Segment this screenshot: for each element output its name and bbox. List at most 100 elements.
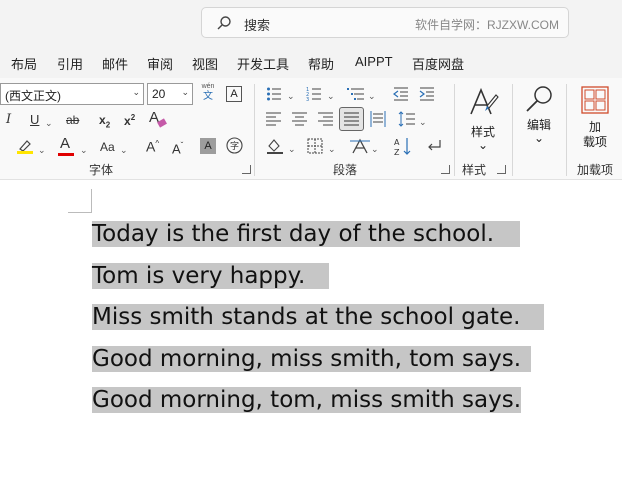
chevron-down-icon[interactable]: ⌄ [327, 88, 335, 104]
document-line-5[interactable]: Good morning, tom, miss smith says. [92, 379, 522, 421]
tab-layout[interactable]: 布局 [11, 54, 37, 73]
group-divider [566, 84, 567, 176]
addins-button[interactable]: 加 载项 [574, 84, 616, 156]
svg-text:Z: Z [394, 148, 400, 156]
addins-icon [581, 86, 609, 114]
show-paragraph-marks-icon[interactable] [425, 138, 442, 154]
multilevel-list-icon[interactable] [347, 86, 365, 102]
justify-icon [344, 112, 359, 126]
enclose-characters-icon[interactable]: 字 [226, 137, 243, 154]
font-name-value: (西文正文) [5, 89, 61, 103]
phonetic-guide-button[interactable]: wén 文 [200, 83, 216, 105]
numbering-icon[interactable]: 1 2 3 [306, 86, 322, 102]
selected-text: Today is the first day of the school. [92, 221, 521, 247]
title-bar: 搜索 软件自学网：RJZXW.COM [0, 0, 622, 46]
line-spacing-icon[interactable] [398, 111, 415, 127]
ribbon: (西文正文) ⌄ 20 ⌄ wén 文 A I U ⌄ ab x2 x2 A ⌄… [0, 78, 622, 180]
svg-text:3: 3 [306, 97, 309, 102]
tab-references[interactable]: 引用 [57, 54, 83, 73]
selected-text: Tom is very happy. [92, 263, 330, 289]
chevron-down-icon: ⌄ [533, 131, 545, 145]
styles-dialog-launcher-icon[interactable] [497, 165, 506, 174]
group-divider [512, 84, 513, 176]
tab-view[interactable]: 视图 [192, 54, 218, 73]
document-page[interactable]: Today is the first day of the school. To… [0, 181, 622, 481]
group-divider [454, 84, 455, 176]
align-right-icon[interactable] [318, 112, 333, 126]
tab-help[interactable]: 帮助 [308, 54, 334, 73]
styles-gallery-button[interactable]: 样式 ⌄ [462, 84, 504, 152]
group-divider [254, 84, 255, 176]
chevron-down-icon[interactable]: ⌄ [368, 88, 376, 104]
addins-button-label-1: 加 [588, 120, 601, 134]
margin-marker [68, 212, 92, 213]
font-color-icon[interactable]: A [60, 136, 70, 152]
font-dialog-launcher-icon[interactable] [242, 165, 251, 174]
shrink-font-icon[interactable]: Aˇ [172, 138, 183, 157]
tab-review[interactable]: 审阅 [147, 54, 173, 73]
chevron-down-icon[interactable]: ⌄ [45, 115, 53, 131]
selected-text: Good morning, tom, miss smith says. [92, 387, 522, 413]
watermark-text: 软件自学网：RJZXW.COM [415, 18, 559, 32]
font-name-select[interactable]: (西文正文) ⌄ [0, 83, 144, 105]
chevron-down-icon[interactable]: ⌄ [38, 142, 46, 158]
font-color-bar [58, 153, 74, 156]
phonetic-guide-char: 文 [203, 91, 213, 102]
subscript-icon[interactable]: x2 [99, 112, 110, 133]
phonetic-guide-icon: wén [201, 83, 215, 90]
bullets-icon[interactable] [266, 86, 282, 102]
paragraph-dialog-launcher-icon[interactable] [441, 165, 450, 174]
svg-text:A: A [394, 138, 400, 147]
chevron-down-icon: ⌄ [132, 87, 140, 97]
superscript-icon[interactable]: x2 [124, 110, 135, 129]
align-center-icon[interactable] [292, 112, 307, 126]
font-size-value: 20 [152, 87, 166, 101]
chevron-down-icon[interactable]: ⌄ [328, 141, 336, 157]
group-label-paragraph: 段落 [333, 163, 358, 177]
group-label-styles: 样式 [462, 163, 487, 177]
document-line-3[interactable]: Miss smith stands at the school gate. [92, 296, 545, 338]
strikethrough-icon[interactable]: ab [66, 112, 79, 128]
chevron-down-icon[interactable]: ⌄ [288, 141, 296, 157]
character-border-button[interactable]: A [226, 86, 242, 102]
document-line-4[interactable]: Good morning, miss smith, tom says. [92, 338, 532, 380]
sort-icon[interactable]: A Z [394, 136, 412, 156]
chevron-down-icon[interactable]: ⌄ [80, 142, 88, 158]
margin-marker [91, 189, 92, 213]
search-icon [217, 16, 231, 30]
search-placeholder: 搜索 [244, 18, 271, 33]
svg-text:字: 字 [230, 140, 239, 152]
styles-icon [470, 87, 499, 115]
tab-baidu-netdisk[interactable]: 百度网盘 [412, 54, 464, 73]
chevron-down-icon[interactable]: ⌄ [371, 141, 379, 157]
editing-button[interactable]: 编辑 ⌄ [518, 82, 560, 150]
tab-aippt[interactable]: AIPPT [355, 54, 393, 69]
decrease-indent-icon[interactable] [393, 86, 409, 102]
character-shading-icon[interactable]: A [200, 138, 216, 154]
tab-developer[interactable]: 开发工具 [237, 54, 289, 73]
distributed-icon[interactable] [370, 111, 386, 127]
document-line-1[interactable]: Today is the first day of the school. [92, 213, 521, 255]
chinese-layout-icon[interactable] [350, 137, 370, 155]
increase-indent-icon[interactable] [419, 86, 435, 102]
chevron-down-icon[interactable]: ⌄ [287, 88, 295, 104]
chevron-down-icon[interactable]: ⌄ [419, 114, 427, 130]
shading-icon[interactable] [266, 137, 284, 155]
borders-icon[interactable] [307, 138, 323, 154]
font-size-select[interactable]: 20 ⌄ [147, 83, 193, 105]
selected-text: Good morning, miss smith, tom says. [92, 346, 532, 372]
find-icon [526, 86, 552, 112]
group-label-addins: 加载项 [577, 163, 614, 177]
search-box[interactable]: 搜索 软件自学网：RJZXW.COM [201, 7, 569, 38]
justify-button[interactable] [339, 107, 364, 131]
grow-font-icon[interactable]: A^ [146, 136, 159, 155]
document-line-2[interactable]: Tom is very happy. [92, 255, 330, 297]
underline-icon[interactable]: U [30, 112, 39, 128]
change-case-icon[interactable]: Aa [100, 139, 115, 155]
ribbon-tabs: 布局 引用 邮件 审阅 视图 开发工具 帮助 AIPPT 百度网盘 [0, 46, 622, 78]
tab-mailings[interactable]: 邮件 [102, 54, 128, 73]
align-left-icon[interactable] [266, 112, 281, 126]
chevron-down-icon[interactable]: ⌄ [120, 142, 128, 158]
highlighter-icon[interactable] [16, 138, 34, 154]
italic-icon[interactable]: I [6, 112, 11, 128]
